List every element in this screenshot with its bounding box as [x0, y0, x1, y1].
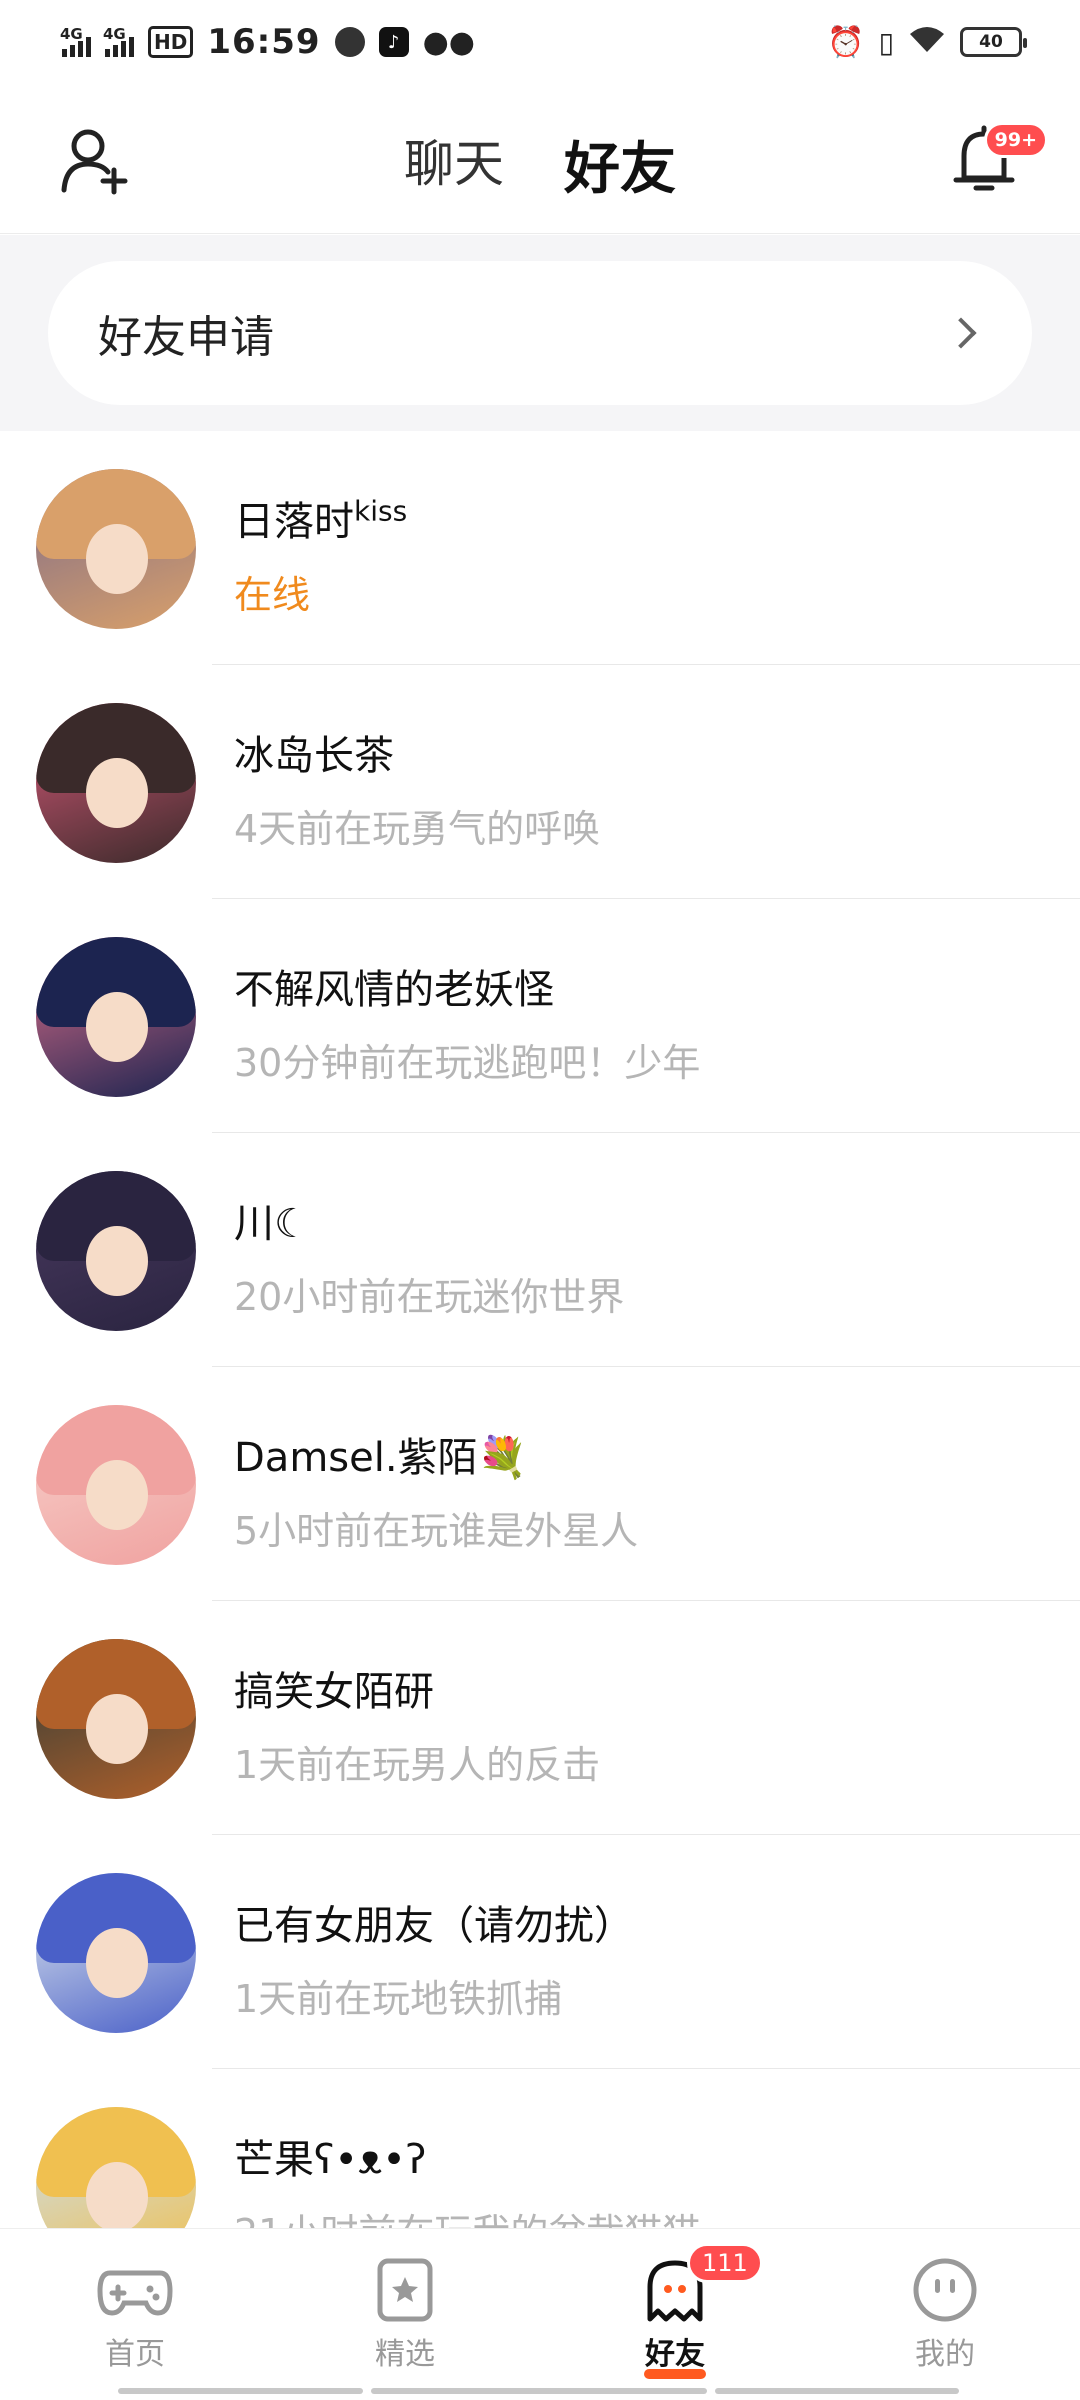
friends-badge: 111 — [687, 2243, 763, 2283]
tab-chat[interactable]: 聊天 — [400, 124, 508, 205]
top-header: 聊天 好友 99+ — [0, 84, 1080, 267]
friend-list-item[interactable]: 搞笑女陌研 1天前在玩男人的反击 — [0, 1601, 1080, 1835]
nav-me[interactable]: 我的 — [810, 2229, 1080, 2400]
wechat-icon: ●● — [422, 24, 475, 60]
nav-featured-label: 精选 — [375, 2337, 435, 2372]
alarm-icon: ⏰ — [827, 24, 865, 60]
avatar[interactable] — [36, 1873, 196, 2033]
friend-list-item[interactable]: 不解风情的老妖怪 30分钟前在玩逃跑吧！少年 — [0, 899, 1080, 1133]
nav-home[interactable]: 首页 — [0, 2229, 270, 2400]
avatar-face — [86, 758, 148, 828]
friend-status: 在线 — [234, 573, 311, 617]
star-card-icon — [377, 2258, 433, 2322]
signal-icon-2: 4G — [103, 25, 134, 57]
avatar-face — [86, 992, 148, 1062]
friend-status: 5小时前在玩谁是外星人 — [234, 1509, 639, 1553]
notification-badge: 99+ — [983, 122, 1048, 158]
status-bar: 4G 4G HD 16:59 ♪ ●● ⏰ ▯ 40 — [0, 0, 1080, 84]
clock: 16:59 — [207, 22, 321, 62]
friend-list-item[interactable]: 川☾ 20小时前在玩迷你世界 — [0, 1133, 1080, 1367]
vibrate-icon: ▯ — [878, 25, 894, 59]
friend-list-item[interactable]: Damsel.紫陌💐 5小时前在玩谁是外星人 — [0, 1367, 1080, 1601]
face-icon — [913, 2258, 977, 2322]
friend-name: 川☾ — [234, 1201, 310, 1247]
avatar-face — [86, 1928, 148, 1998]
avatar[interactable] — [36, 469, 196, 629]
friend-list-item[interactable]: 已有女朋友（请勿扰） 1天前在玩地铁抓捕 — [0, 1835, 1080, 2069]
avatar[interactable] — [36, 1639, 196, 1799]
speed-icon — [334, 27, 365, 57]
friend-status: 4天前在玩勇气的呼唤 — [234, 807, 601, 851]
friend-list-item[interactable]: 日落时kiss 在线 — [0, 431, 1080, 665]
avatar[interactable] — [36, 1405, 196, 1565]
nav-home-label: 首页 — [105, 2337, 165, 2372]
wifi-icon — [908, 23, 946, 62]
nav-friends-label: 好友 — [645, 2337, 705, 2372]
nav-active-indicator — [644, 2369, 706, 2379]
avatar[interactable] — [36, 703, 196, 863]
bottom-nav: 首页 精选 111 好友 我的 — [0, 2228, 1080, 2400]
friend-list: 日落时kiss 在线冰岛长茶 4天前在玩勇气的呼唤 不解风情的老妖怪 30分钟前在玩逃跑… — [0, 431, 1080, 2303]
friend-request-button[interactable]: 好友申请 — [48, 261, 1032, 405]
avatar-face — [86, 1226, 148, 1296]
friend-name: 已有女朋友（请勿扰） — [234, 1903, 634, 1949]
friend-status: 1天前在玩地铁抓捕 — [234, 1977, 563, 2021]
friend-list-item[interactable]: 冰岛长茶 4天前在玩勇气的呼唤 — [0, 665, 1080, 899]
nav-friends[interactable]: 111 好友 — [540, 2229, 810, 2400]
friend-name: 芒果ʕ•ᴥ•ʔ — [234, 2137, 427, 2183]
friend-name: 冰岛长茶 — [234, 733, 394, 779]
avatar-face — [86, 2162, 148, 2232]
status-bar-right: ⏰ ▯ 40 — [827, 23, 1027, 62]
friend-status: 30分钟前在玩逃跑吧！少年 — [234, 1041, 701, 1085]
friend-request-label: 好友申请 — [98, 312, 274, 363]
friend-name: Damsel.紫陌💐 — [234, 1435, 528, 1481]
status-bar-left: 4G 4G HD 16:59 ♪ ●● — [60, 22, 475, 62]
avatar[interactable] — [36, 937, 196, 1097]
friend-request-section: 好友申请 — [0, 235, 1080, 431]
chevron-right-icon — [945, 317, 977, 349]
avatar-face — [86, 1694, 148, 1764]
nav-featured[interactable]: 精选 — [270, 2229, 540, 2400]
friend-name: 日落时kiss — [234, 494, 408, 545]
header-tabs: 聊天 好友 — [0, 124, 1080, 267]
avatar[interactable] — [36, 1171, 196, 1331]
avatar-face — [86, 1460, 148, 1530]
system-nav-indicator — [118, 2388, 959, 2394]
friend-status: 20小时前在玩迷你世界 — [234, 1275, 625, 1319]
tiktok-icon: ♪ — [378, 27, 409, 57]
signal-icon: 4G — [60, 25, 91, 57]
tab-friends[interactable]: 好友 — [560, 124, 680, 267]
battery-icon: 40 — [960, 27, 1027, 57]
friend-status: 1天前在玩男人的反击 — [234, 1743, 601, 1787]
friend-name: 不解风情的老妖怪 — [234, 967, 554, 1013]
avatar-face — [86, 524, 148, 594]
hd-icon: HD — [148, 26, 194, 58]
friend-name: 搞笑女陌研 — [234, 1669, 434, 1715]
gamepad-icon — [97, 2270, 173, 2316]
nav-me-label: 我的 — [915, 2337, 975, 2372]
